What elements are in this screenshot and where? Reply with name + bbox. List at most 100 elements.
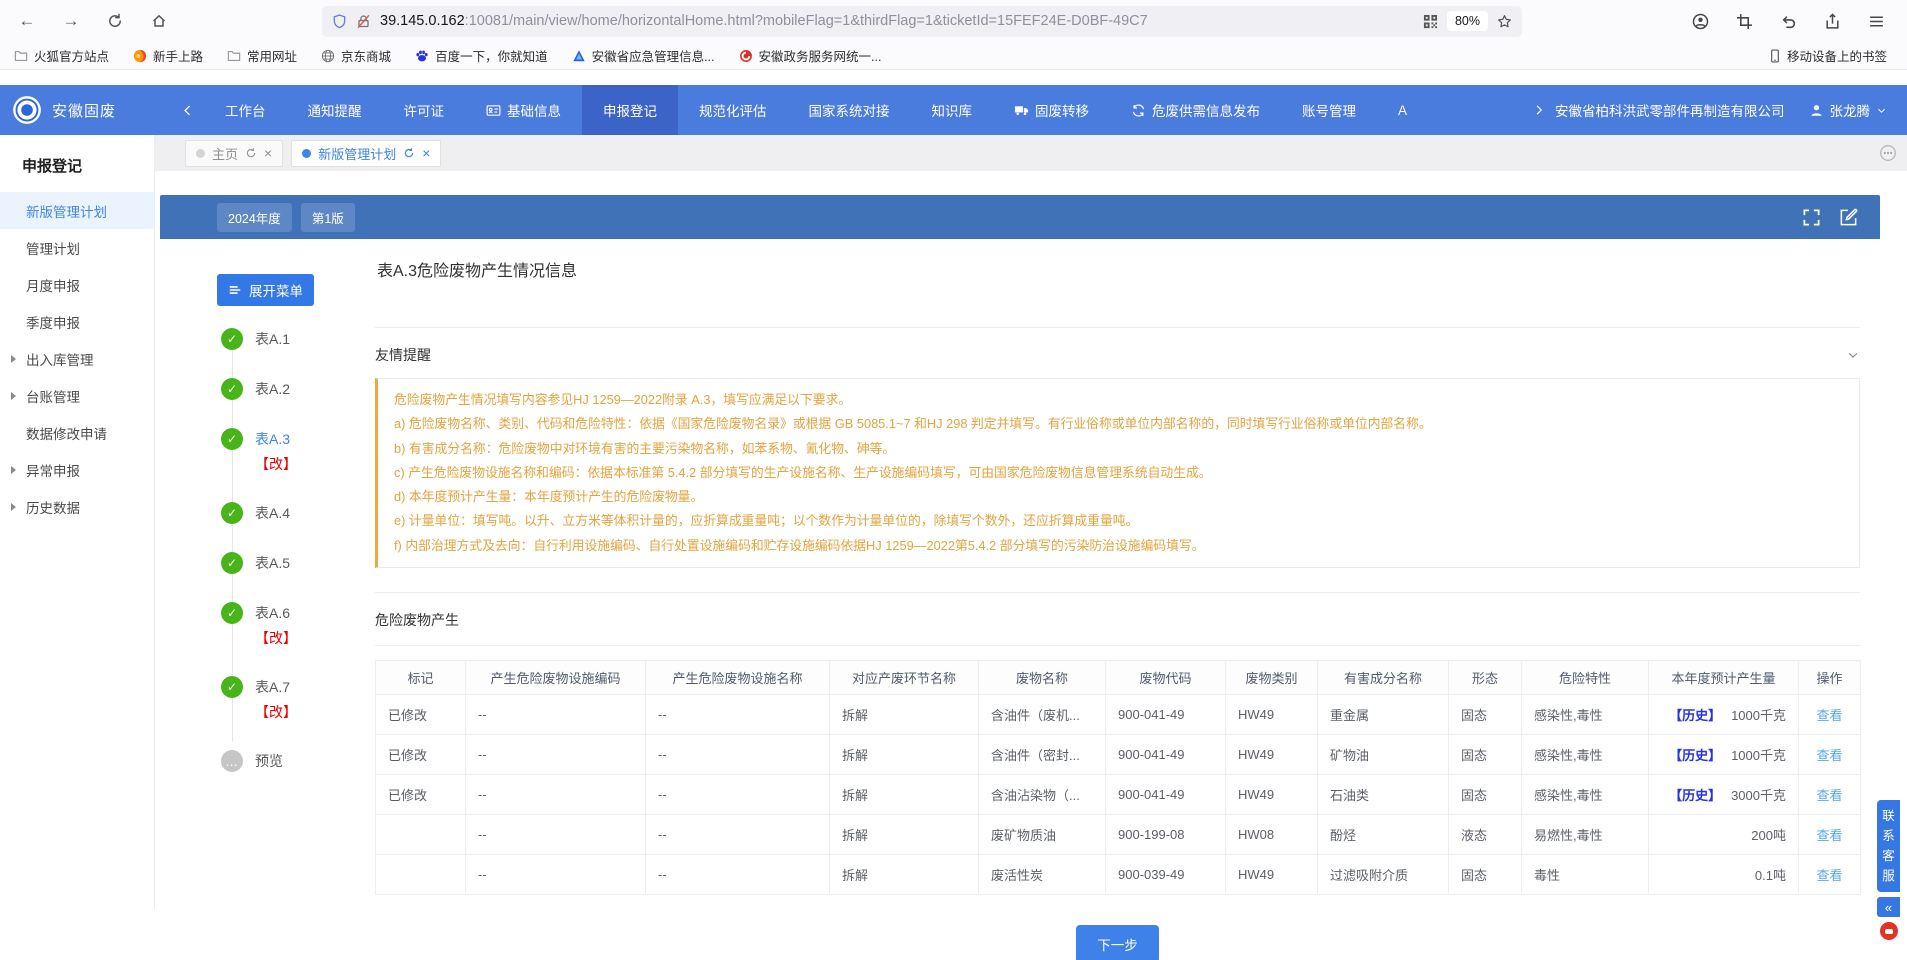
expand-menu-label: 展开菜单 <box>249 280 303 300</box>
view-link[interactable]: 查看 <box>1816 868 1842 883</box>
sidebar-item-历史数据[interactable]: 历史数据 <box>0 488 154 525</box>
tab-close-icon[interactable]: × <box>264 146 272 160</box>
nav-item-A[interactable]: A <box>1377 85 1428 135</box>
nav-item-国家系统对接[interactable]: 国家系统对接 <box>788 85 911 135</box>
contact-service-button[interactable]: 联系客服 <box>1877 800 1900 892</box>
nav-right: 安徽省柏科洪武零部件再制造有限公司 张龙腾 <box>1533 100 1907 120</box>
mobile-bookmarks[interactable]: 移动设备上的书签 <box>1768 46 1893 65</box>
app-blue-icon <box>572 49 586 63</box>
stage-cell: 拆解 <box>830 695 979 735</box>
view-link[interactable]: 查看 <box>1816 748 1842 763</box>
nav-item-通知提醒[interactable]: 通知提醒 <box>287 85 383 135</box>
user-menu[interactable]: 张龙腾 <box>1809 100 1888 120</box>
step-check-icon: ✓ <box>221 428 243 450</box>
home-button[interactable] <box>144 6 174 36</box>
nav-collapse-button[interactable] <box>170 85 204 135</box>
edit-icon[interactable] <box>1839 208 1858 227</box>
bookmark-item[interactable]: 常用网址 <box>227 46 297 65</box>
step-表A.1[interactable]: ✓表A.1 <box>221 328 345 350</box>
fullscreen-icon[interactable] <box>1802 208 1821 227</box>
step-表A.5[interactable]: ✓表A.5 <box>221 552 345 574</box>
bookmark-star-icon[interactable] <box>1497 14 1512 29</box>
bookmark-item[interactable]: 安徽省应急管理信息... <box>572 46 715 65</box>
waste-category-cell: HW49 <box>1226 735 1318 775</box>
globe-icon <box>321 49 335 63</box>
bookmark-item[interactable]: 安徽政务服务网统一... <box>739 46 882 65</box>
view-link[interactable]: 查看 <box>1816 708 1842 723</box>
tab-refresh-icon[interactable] <box>245 147 257 159</box>
screenshot-crop-icon[interactable] <box>1736 13 1753 30</box>
nav-item-账号管理[interactable]: 账号管理 <box>1281 85 1377 135</box>
nav-item-基础信息[interactable]: 基础信息 <box>465 85 582 135</box>
back-button[interactable]: ← <box>12 6 42 36</box>
app-brand: 安徽固废 <box>12 95 170 125</box>
bookmarks-bar: 火狐官方站点 新手上路 常用网址 京东商城 百度一下，你就知道 安徽省应急管理信息... 安… <box>0 42 1907 70</box>
share-icon[interactable] <box>1824 13 1841 30</box>
waste-name-cell: 含油件（密封... <box>979 735 1106 775</box>
quantity-value: 3000千克 <box>1731 788 1786 803</box>
sidebar-item-数据修改申请[interactable]: 数据修改申请 <box>0 414 154 451</box>
year-chip[interactable]: 2024年度 <box>217 203 292 232</box>
tab-主页[interactable]: 主页× <box>185 140 283 167</box>
sidebar-item-异常申报[interactable]: 异常申报 <box>0 451 154 488</box>
contact-service-char: 服 <box>1877 866 1900 886</box>
expand-menu-button[interactable]: 展开菜单 <box>217 274 314 306</box>
view-link[interactable]: 查看 <box>1816 788 1842 803</box>
tab-refresh-icon[interactable] <box>403 147 415 159</box>
menu-icon[interactable] <box>1868 13 1885 30</box>
sidebar-item-月度申报[interactable]: 月度申报 <box>0 266 154 303</box>
sidebar-item-label: 台账管理 <box>26 386 80 406</box>
service-robot-icon[interactable] <box>1880 922 1898 940</box>
collapse-sidebar-button[interactable]: « <box>1877 897 1900 917</box>
account-icon[interactable] <box>1692 13 1709 30</box>
facility-code-cell: -- <box>466 735 646 775</box>
reminder-section-header[interactable]: 友情提醒 <box>375 327 1860 365</box>
url-bar[interactable]: 39.145.0.162:10081/main/view/home/horizo… <box>322 6 1522 37</box>
reload-button[interactable] <box>100 6 130 36</box>
step-表A.4[interactable]: ✓表A.4 <box>221 502 345 524</box>
bookmark-label: 火狐官方站点 <box>34 46 109 65</box>
column-header-废物类别: 废物类别 <box>1226 661 1318 695</box>
undo-icon[interactable] <box>1780 13 1797 30</box>
sidebar-item-季度申报[interactable]: 季度申报 <box>0 303 154 340</box>
nav-item-固废转移[interactable]: 固废转移 <box>993 85 1110 135</box>
insecure-lock-icon[interactable] <box>356 14 371 29</box>
facility-code-cell: -- <box>466 695 646 735</box>
view-link[interactable]: 查看 <box>1816 828 1842 843</box>
version-chip[interactable]: 第1版 <box>301 203 355 232</box>
next-step-button[interactable]: 下一步 <box>1076 925 1159 960</box>
nav-item-规范化评估[interactable]: 规范化评估 <box>678 85 788 135</box>
qr-code-icon[interactable] <box>1423 14 1438 29</box>
expander-triangle-icon <box>0 355 26 363</box>
step-表A.6[interactable]: ✓表A.6【改】 <box>221 602 345 648</box>
tab-新版管理计划[interactable]: 新版管理计划× <box>291 140 441 167</box>
bookmark-item[interactable]: 火狐官方站点 <box>14 46 109 65</box>
collapse-chevron-icon[interactable] <box>1846 348 1860 362</box>
bookmark-item[interactable]: 新手上路 <box>133 46 203 65</box>
sidebar-item-出入库管理[interactable]: 出入库管理 <box>0 340 154 377</box>
step-表A.2[interactable]: ✓表A.2 <box>221 378 345 400</box>
stage-cell: 拆解 <box>830 815 979 855</box>
shield-icon[interactable] <box>332 14 347 29</box>
tab-options-icon[interactable] <box>1879 144 1897 162</box>
sidebar-item-新版管理计划[interactable]: 新版管理计划 <box>0 192 154 229</box>
sidebar-item-台账管理[interactable]: 台账管理 <box>0 377 154 414</box>
step-表A.3[interactable]: ✓表A.3【改】 <box>221 428 345 474</box>
step-表A.7[interactable]: ✓表A.7【改】 <box>221 676 345 722</box>
step-预览[interactable]: …预览 <box>221 750 345 772</box>
page-zoom-badge[interactable]: 80% <box>1447 11 1488 31</box>
bookmark-item[interactable]: 京东商城 <box>321 46 391 65</box>
nav-item-许可证[interactable]: 许可证 <box>383 85 466 135</box>
bookmark-item[interactable]: 百度一下，你就知道 <box>415 46 548 65</box>
form-area: 表A.3危险废物产生情况信息 友情提醒 危险废物产生情况填写内容参见HJ 125… <box>345 239 1880 960</box>
sidebar-item-管理计划[interactable]: 管理计划 <box>0 229 154 266</box>
nav-item-知识库[interactable]: 知识库 <box>911 85 994 135</box>
bookmarks-list: 火狐官方站点 新手上路 常用网址 京东商城 百度一下，你就知道 安徽省应急管理信息... 安… <box>14 46 881 65</box>
id-card-icon <box>486 103 501 118</box>
step-label: 表A.5 <box>255 555 290 571</box>
nav-item-申报登记[interactable]: 申报登记 <box>582 85 678 135</box>
nav-item-工作台[interactable]: 工作台 <box>204 85 287 135</box>
nav-item-危废供需信息发布[interactable]: 危废供需信息发布 <box>1110 85 1281 135</box>
tab-close-icon[interactable]: × <box>422 146 430 160</box>
forward-button[interactable]: → <box>56 6 86 36</box>
